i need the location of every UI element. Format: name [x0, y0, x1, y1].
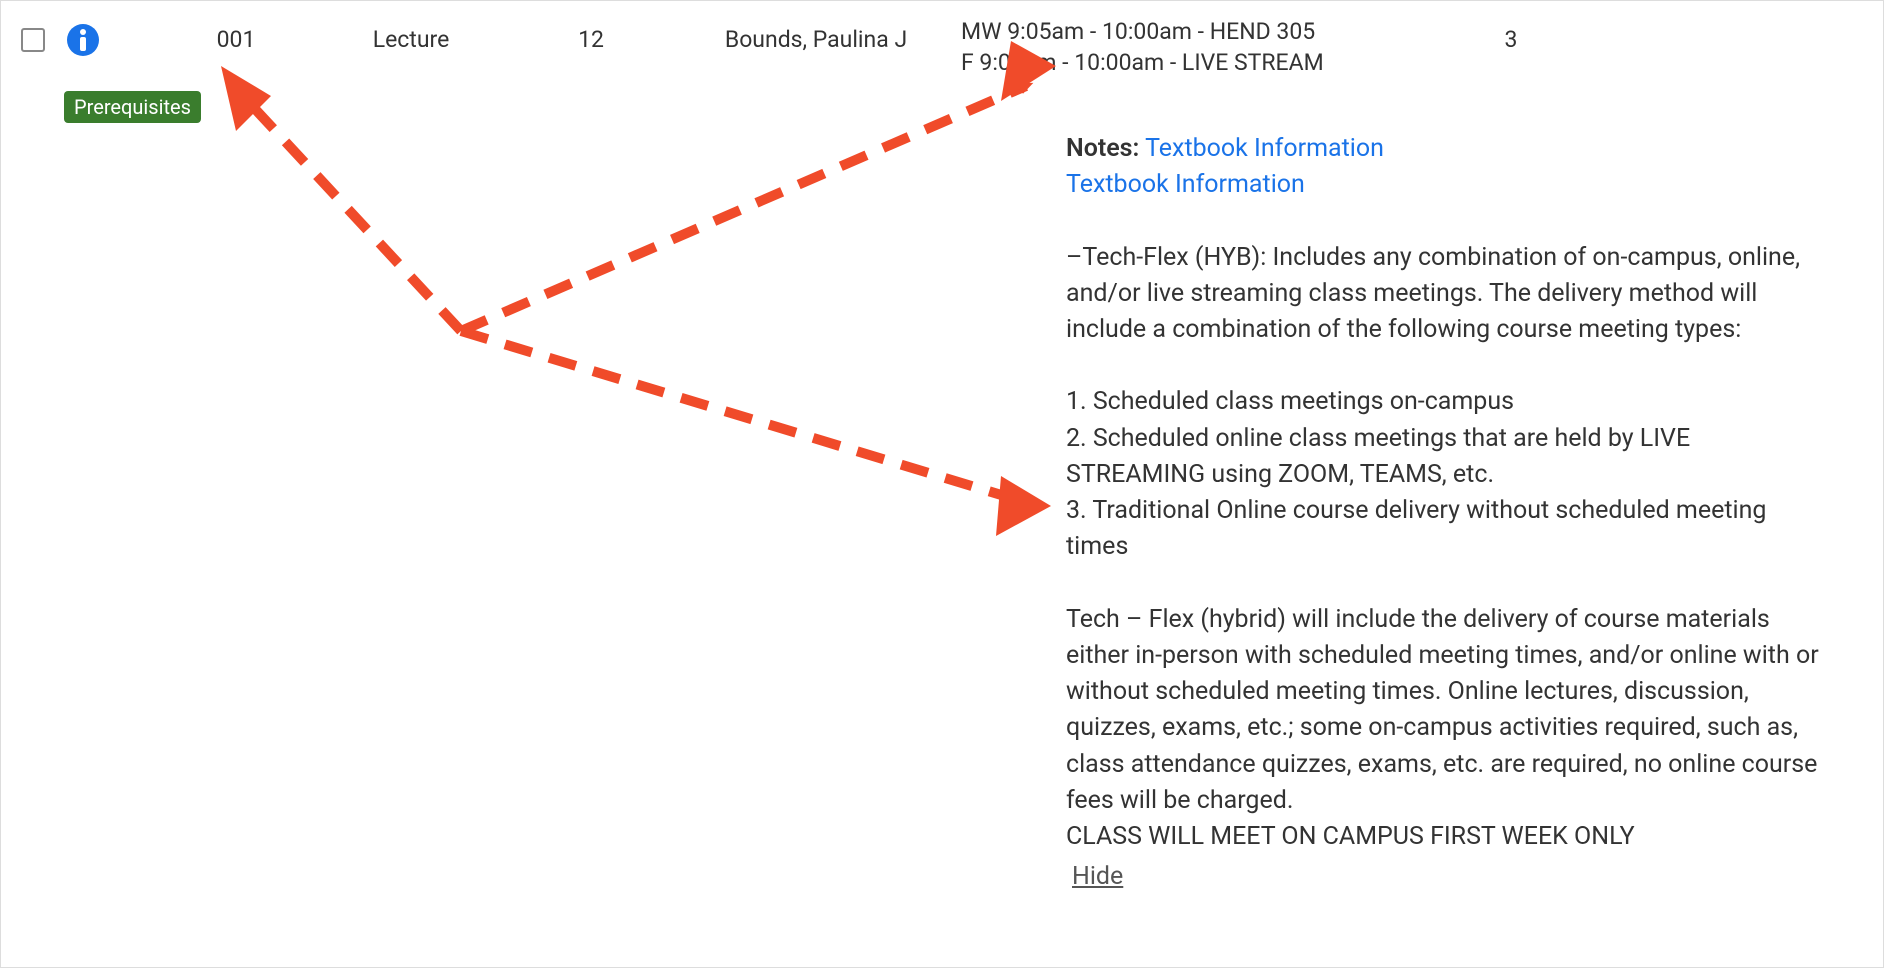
notes-label: Notes: — [1066, 134, 1139, 163]
table-row: 001 Lecture 12 Bounds, Paulina J MW 9:05… — [1, 1, 1883, 78]
notes-item-3: 3. Traditional Online course delivery wi… — [1066, 493, 1826, 566]
col-instructor: Bounds, Paulina J — [671, 16, 961, 53]
info-icon[interactable] — [65, 22, 101, 58]
notes-item-1: 1. Scheduled class meetings on-campus — [1066, 384, 1826, 420]
notes-first-week: CLASS WILL MEET ON CAMPUS FIRST WEEK ONL… — [1066, 819, 1826, 855]
notes-techflex-detail: Tech – Flex (hybrid) will include the de… — [1066, 602, 1826, 820]
select-checkbox[interactable] — [21, 28, 45, 52]
meeting-line-1: MW 9:05am - 10:00am - HEND 305 — [961, 16, 1471, 47]
meeting-line-2: F 9:05am - 10:00am - LIVE STREAM — [961, 47, 1471, 78]
prerequisites-badge[interactable]: Prerequisites — [64, 91, 201, 123]
hide-link[interactable]: Hide — [1072, 859, 1123, 895]
textbook-link-2[interactable]: Textbook Information — [1066, 170, 1305, 199]
col-type: Lecture — [311, 16, 511, 53]
col-credits: 3 — [1471, 16, 1551, 53]
col-seats: 12 — [511, 16, 671, 53]
notes-item-2: 2. Scheduled online class meetings that … — [1066, 421, 1826, 494]
notes-block: Notes: Textbook Information Textbook Inf… — [1066, 131, 1826, 896]
textbook-link-1[interactable]: Textbook Information — [1145, 134, 1384, 163]
col-meeting: MW 9:05am - 10:00am - HEND 305 F 9:05am … — [961, 16, 1471, 78]
col-section: 001 — [161, 16, 311, 53]
notes-techflex-intro: –Tech-Flex (HYB): Includes any combinati… — [1066, 240, 1826, 349]
